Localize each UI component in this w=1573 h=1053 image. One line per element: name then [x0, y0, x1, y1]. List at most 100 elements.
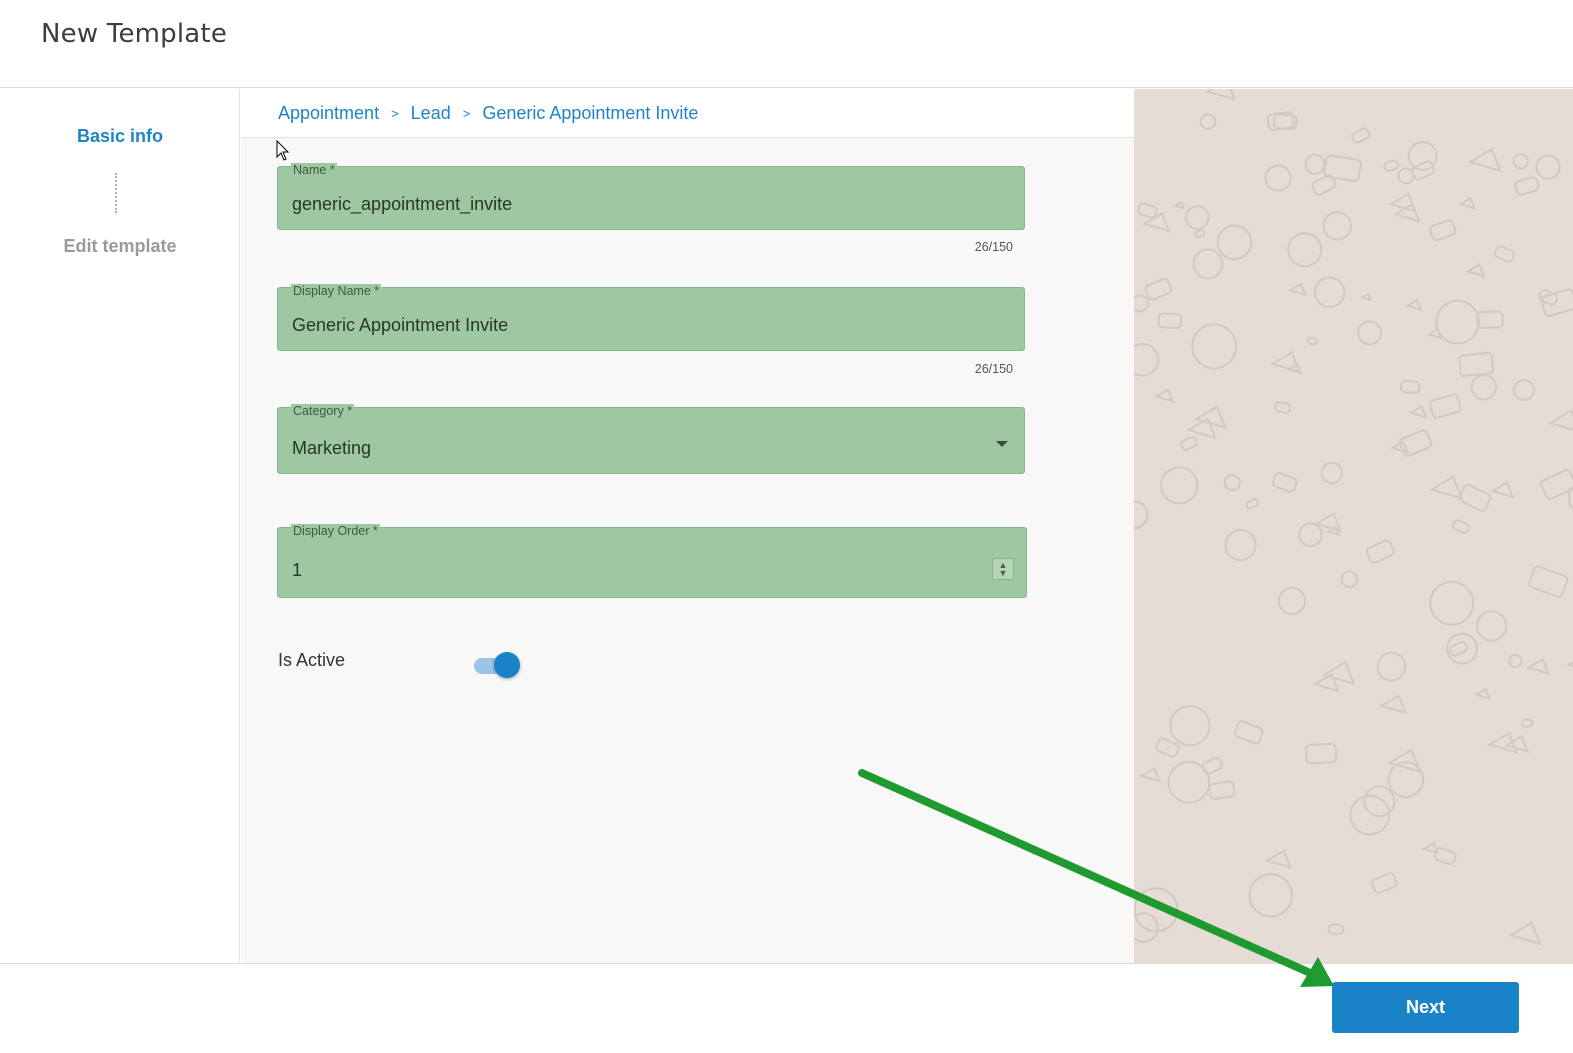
display-order-field-value[interactable]: 1 [292, 560, 302, 581]
doodle-shape [1306, 336, 1319, 346]
page-title: New Template [41, 19, 228, 49]
doodle-shape [1473, 687, 1492, 700]
doodle-shape [1458, 483, 1492, 512]
doodle-shape [1264, 164, 1292, 192]
name-field[interactable]: Name * generic_appointment_invite [277, 163, 1025, 230]
stepper-sidebar: Basic info Edit template [0, 89, 240, 963]
doodle-shape [1298, 522, 1323, 547]
doodle-shape [1134, 500, 1149, 530]
doodle-shape [1458, 351, 1495, 377]
doodle-shape [1446, 632, 1478, 665]
doodle-shape [1320, 461, 1344, 485]
doodle-shape [1305, 742, 1338, 765]
doodle-shape [1138, 766, 1162, 783]
doodle-shape [1429, 475, 1464, 500]
doodle-shape [1321, 660, 1356, 686]
doodle-shape [1540, 469, 1573, 500]
category-select[interactable]: Category * Marketing [277, 404, 1025, 474]
breadcrumb-appointment[interactable]: Appointment [278, 103, 379, 124]
doodle-shape [1223, 474, 1241, 492]
doodle-shape [1449, 641, 1468, 657]
doodle-shape [1526, 657, 1550, 675]
doodle-shape [1490, 481, 1515, 499]
doodle-shape [1359, 292, 1373, 302]
page-header: New Template [0, 0, 1573, 88]
doodle-shape [1270, 350, 1302, 374]
doodle-shape [1365, 539, 1395, 564]
doodle-shape [1134, 342, 1160, 377]
is-active-toggle[interactable] [474, 651, 522, 681]
doodle-shape [1172, 200, 1186, 210]
doodle-shape [1457, 196, 1477, 210]
doodle-shape [1277, 586, 1307, 616]
doodle-shape [1272, 472, 1298, 493]
doodle-shape [1547, 408, 1573, 431]
doodle-shape [1233, 720, 1264, 745]
doodle-shape [1287, 282, 1307, 297]
doodle-shape [1322, 211, 1352, 241]
stepper-down-icon[interactable]: ▼ [999, 569, 1008, 578]
number-stepper[interactable]: ▲ ▼ [992, 558, 1014, 580]
doodle-shape [1399, 379, 1421, 394]
category-select-value[interactable]: Marketing [292, 438, 371, 459]
doodle-shape [1566, 661, 1573, 668]
doodle-shape [1273, 401, 1292, 414]
doodle-shape [1465, 263, 1486, 278]
doodle-shape [1528, 565, 1569, 598]
doodle-shape [1475, 610, 1508, 642]
doodle-shape [1287, 232, 1323, 268]
step-basic-info[interactable]: Basic info [0, 126, 240, 147]
doodle-shape [1340, 570, 1359, 588]
doodle-shape [1467, 147, 1502, 173]
doodle-shape [1404, 298, 1423, 312]
doodle-shape [1134, 912, 1159, 943]
doodle-shape [1535, 154, 1561, 180]
doodle-shape [1371, 872, 1398, 894]
doodle-shape [1512, 153, 1529, 170]
doodle-shape [1383, 159, 1400, 172]
doodle-shape [1514, 176, 1540, 196]
doodle-shape [1204, 89, 1237, 101]
doodle-shape [1376, 651, 1407, 682]
doodle-shape [1508, 653, 1523, 669]
doodle-shape [1144, 277, 1173, 301]
doodle-shape [1157, 312, 1183, 330]
toggle-knob[interactable] [494, 652, 520, 678]
doodle-shape [1313, 276, 1346, 309]
display-order-field[interactable]: Display Order * 1 ▲ ▼ [277, 524, 1027, 598]
doodle-shape [1357, 320, 1383, 346]
doodle-shape [1199, 113, 1217, 130]
doodle-shape [1245, 498, 1260, 510]
form-panel: Appointment > Lead > Generic Appointment… [241, 89, 1134, 963]
doodle-shape [1193, 405, 1227, 430]
display-name-field-value[interactable]: Generic Appointment Invite [292, 315, 508, 336]
doodle-shape [1378, 694, 1408, 715]
breadcrumb: Appointment > Lead > Generic Appointment… [241, 89, 1134, 138]
step-edit-template[interactable]: Edit template [0, 236, 240, 257]
chevron-down-icon[interactable] [996, 441, 1008, 447]
doodle-shape [1160, 466, 1199, 505]
name-char-counter: 26/150 [974, 240, 1013, 254]
breadcrumb-lead[interactable]: Lead [411, 103, 451, 124]
breadcrumb-current[interactable]: Generic Appointment Invite [482, 103, 698, 124]
step-connector [115, 173, 117, 213]
doodle-shape [1520, 718, 1534, 728]
display-name-field[interactable]: Display Name * Generic Appointment Invit… [277, 284, 1025, 351]
doodle-pattern [1134, 89, 1573, 946]
doodle-shape [1134, 294, 1149, 313]
breadcrumb-separator: > [391, 105, 399, 121]
breadcrumb-separator: > [462, 105, 471, 121]
doodle-shape [1435, 299, 1480, 345]
name-field-value[interactable]: generic_appointment_invite [292, 194, 512, 215]
next-button[interactable]: Next [1332, 982, 1519, 1033]
doodle-shape [1512, 379, 1535, 402]
doodle-shape [1429, 580, 1475, 626]
doodle-shape [1503, 734, 1530, 753]
doodle-shape [1180, 436, 1198, 451]
doodle-shape [1264, 849, 1293, 869]
template-preview-background [1134, 89, 1573, 963]
name-field-label: Name * [291, 163, 337, 177]
doodle-shape [1224, 529, 1257, 562]
doodle-shape [1192, 248, 1224, 280]
doodle-shape [1153, 388, 1175, 403]
